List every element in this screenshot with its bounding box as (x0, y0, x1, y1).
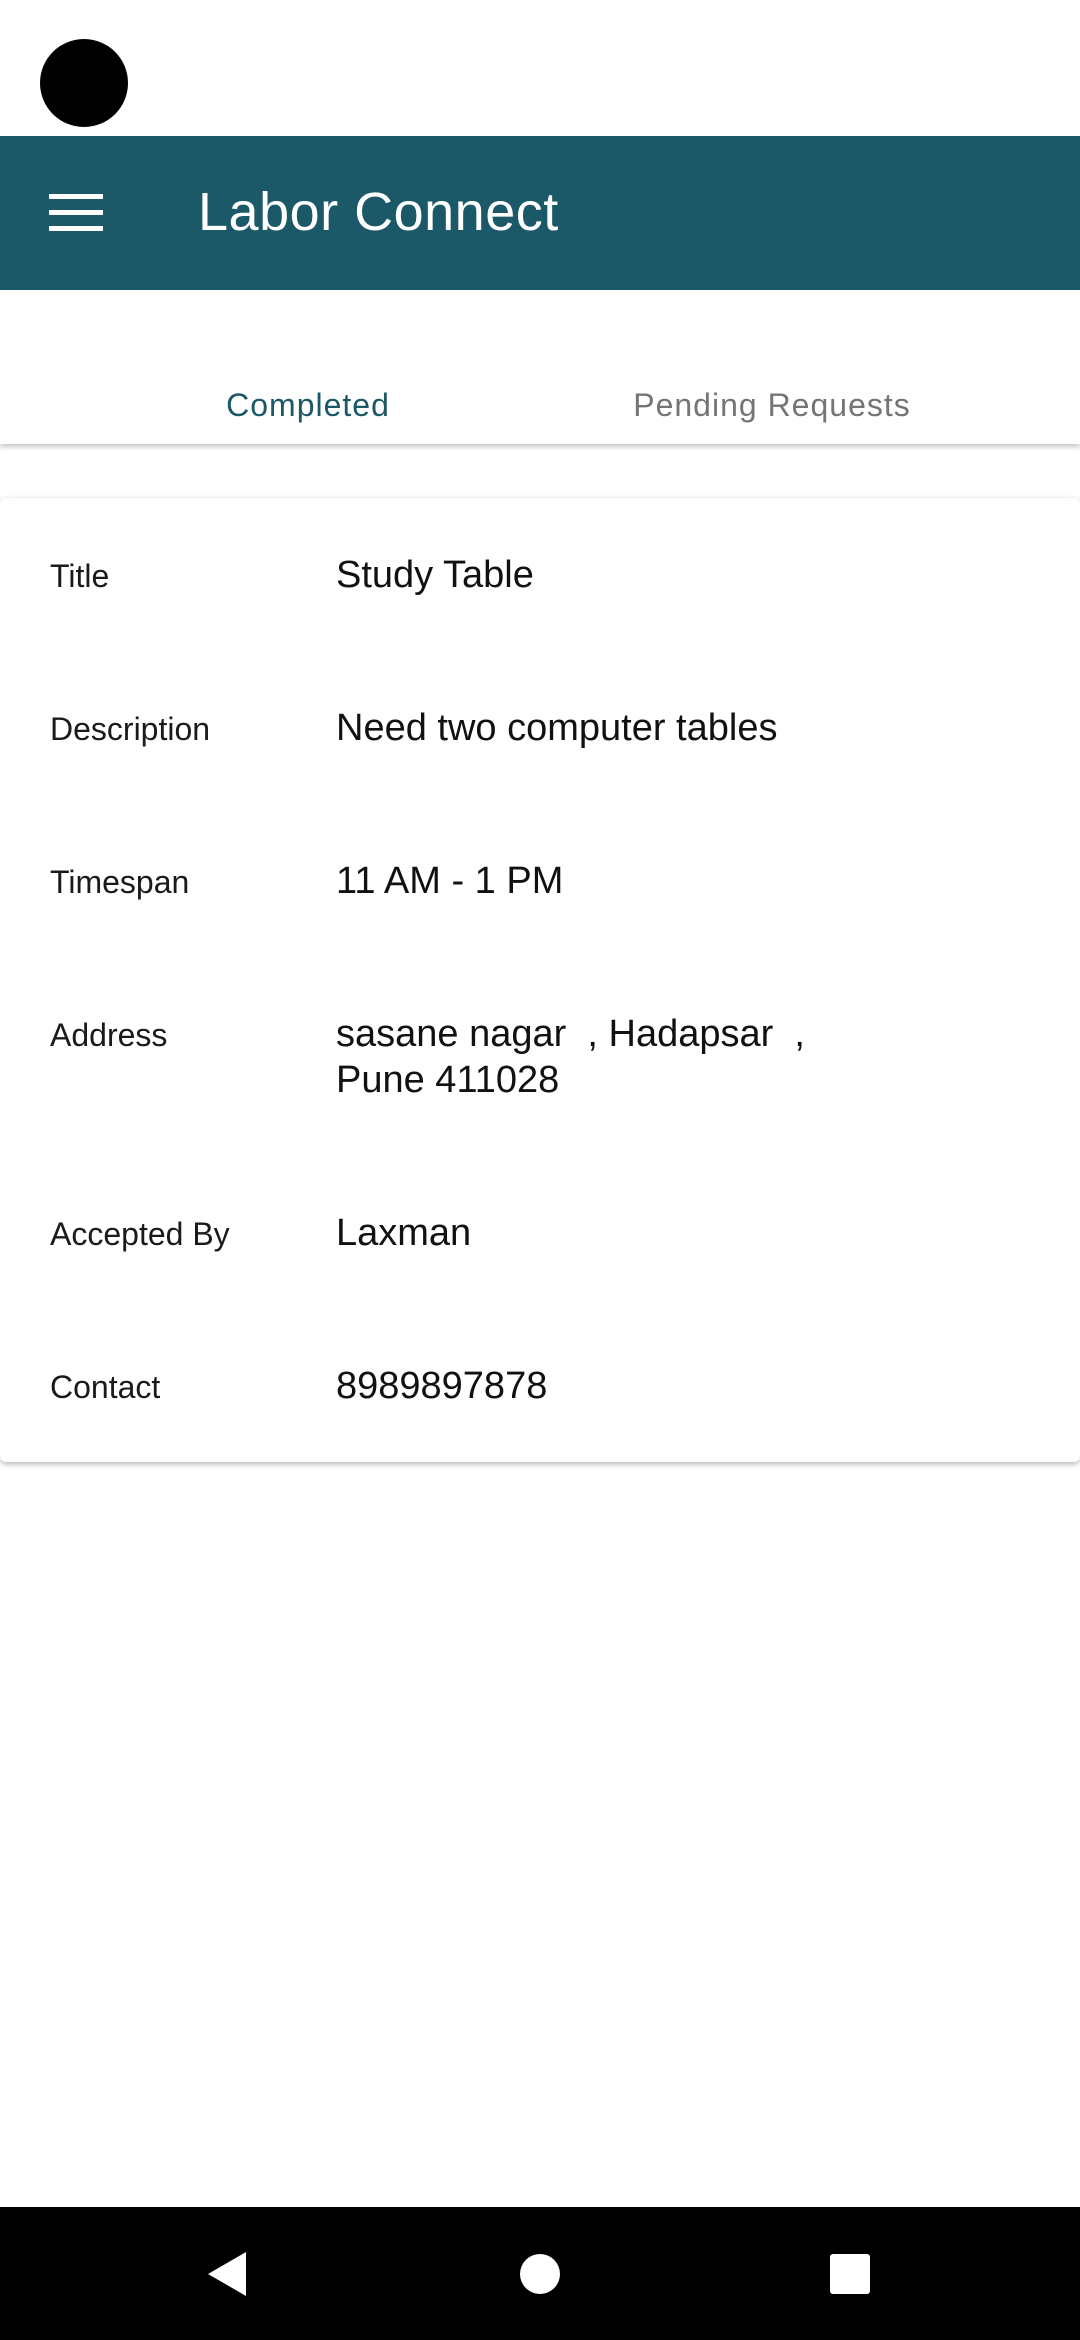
detail-label: Address (50, 1017, 168, 1053)
home-button[interactable] (470, 2207, 610, 2340)
hamburger-menu-icon (49, 194, 103, 231)
detail-label: Accepted By (50, 1216, 230, 1252)
screen: Labor Connect Completed Pending Requests… (0, 0, 1080, 2340)
job-detail-card: Title Study Table Description Need two c… (0, 498, 1080, 1462)
camera-cutout (40, 39, 128, 127)
detail-value: Study Table (336, 554, 534, 596)
detail-value: 11 AM - 1 PM (336, 860, 564, 902)
detail-label: Description (50, 711, 211, 747)
system-navigation-bar (0, 2207, 1080, 2340)
app-title: Labor Connect (198, 182, 559, 242)
detail-value: sasane nagar , Hadapsar , Pune 411028 (336, 1013, 805, 1101)
detail-label: Title (50, 558, 110, 594)
detail-label: Timespan (50, 864, 190, 900)
menu-button[interactable] (36, 176, 116, 250)
status-bar (0, 0, 1080, 136)
app-bar: Labor Connect (0, 136, 1080, 290)
detail-label: Contact (50, 1369, 161, 1405)
tab-pending-requests[interactable]: Pending Requests (464, 290, 1080, 444)
recent-apps-square-icon (830, 2253, 870, 2294)
detail-value: 8989897878 (336, 1365, 548, 1407)
tab-bar: Completed Pending Requests (0, 290, 1080, 444)
detail-value: Laxman (336, 1212, 472, 1254)
recent-apps-button[interactable] (780, 2207, 920, 2340)
back-button[interactable] (156, 2207, 296, 2340)
detail-value: Need two computer tables (336, 707, 778, 749)
back-triangle-icon (208, 2251, 246, 2296)
home-circle-icon (520, 2253, 560, 2294)
